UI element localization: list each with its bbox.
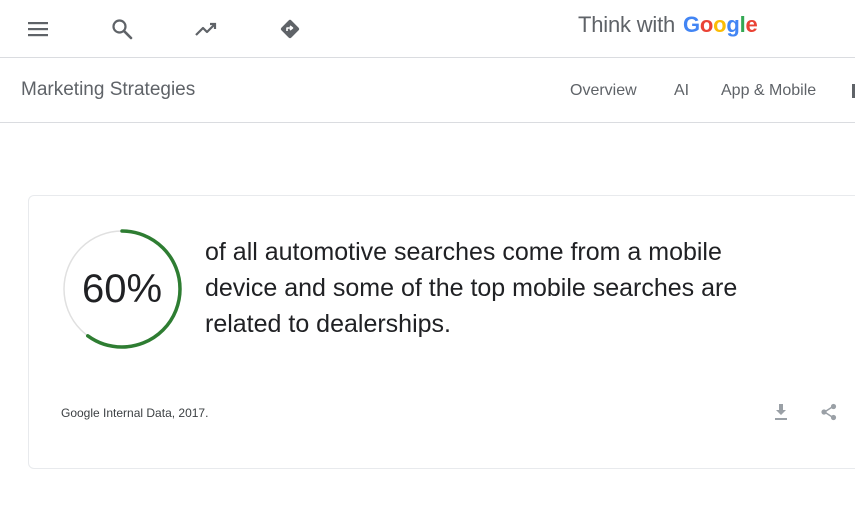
section-title[interactable]: Marketing Strategies xyxy=(21,79,195,101)
menu-icon[interactable] xyxy=(22,13,54,45)
directions-icon[interactable] xyxy=(274,13,306,45)
brand-prefix: Think with xyxy=(578,12,681,37)
stat-source: Google Internal Data, 2017. xyxy=(61,406,209,420)
nav-link-app-mobile[interactable]: App & Mobile xyxy=(721,82,816,100)
stat-statement: of all automotive searches come from a m… xyxy=(205,238,738,338)
search-icon[interactable] xyxy=(106,13,138,45)
section-nav: Marketing Strategies Overview AI App & M… xyxy=(0,58,855,123)
share-icon[interactable] xyxy=(817,400,841,424)
stat-percent: 60% xyxy=(81,266,163,311)
top-bar: Think with Google xyxy=(0,0,855,58)
download-icon[interactable] xyxy=(769,400,793,424)
brand-google-wordmark: Google xyxy=(682,12,758,37)
brand-logo[interactable]: Think with Google xyxy=(578,12,758,38)
trending-icon[interactable] xyxy=(190,13,222,45)
nav-link-ai[interactable]: AI xyxy=(674,82,689,100)
stat-card: 60% of all automotive searches come from… xyxy=(28,195,855,469)
nav-link-overview[interactable]: Overview xyxy=(570,82,637,100)
